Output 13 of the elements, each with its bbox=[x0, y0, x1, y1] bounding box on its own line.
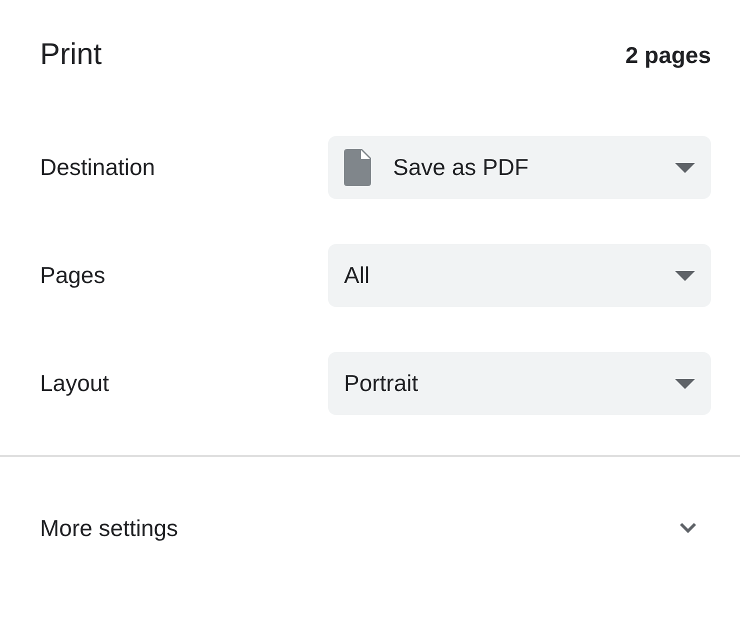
caret-icon bbox=[675, 378, 695, 388]
caret-icon bbox=[675, 270, 695, 280]
setting-label: Destination bbox=[40, 154, 156, 181]
dropdown-select[interactable]: Save as PDF bbox=[328, 136, 711, 199]
dropdown-select[interactable]: Portrait bbox=[328, 352, 711, 415]
dropdown-select[interactable]: All bbox=[328, 244, 711, 307]
more-settings-toggle[interactable]: More settings bbox=[0, 457, 740, 599]
file-icon bbox=[344, 149, 371, 186]
dialog-title: Print bbox=[40, 38, 102, 72]
setting-label: Pages bbox=[40, 262, 106, 289]
caret-icon bbox=[675, 162, 695, 172]
page-count: 2 pages bbox=[625, 42, 711, 68]
setting-label: Layout bbox=[40, 370, 110, 397]
